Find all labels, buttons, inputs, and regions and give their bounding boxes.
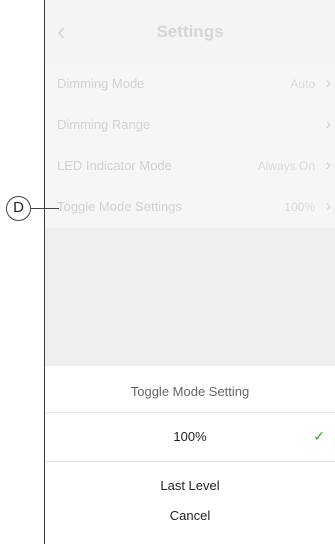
chevron-right-icon: › [325,114,331,133]
setting-value: Always On [257,159,315,173]
setting-label: Dimming Range [57,117,151,132]
setting-label: Dimming Mode [57,76,145,91]
setting-row-dimming-mode[interactable]: Dimming Mode Auto › [45,64,335,105]
option-label: 100% [173,429,207,444]
phone-screen: ‹ Settings Dimming Mode Auto › Dimming R… [44,0,335,544]
chevron-right-icon: › [325,73,331,92]
sheet-title: Toggle Mode Setting [130,384,250,399]
setting-row-dimming-range[interactable]: Dimming Range › [45,105,335,146]
option-100-percent[interactable]: 100% ✓ [45,412,335,462]
callout-marker: D [6,196,31,221]
setting-row-toggle-mode-settings[interactable]: Toggle Mode Settings 100% › [45,187,335,228]
page-title: Settings [156,22,224,41]
cancel-button[interactable]: Cancel [45,504,335,544]
callout-leader-line [31,208,59,209]
settings-list: Dimming Mode Auto › Dimming Range › LED … [45,64,335,228]
option-label: Cancel [169,508,211,523]
setting-label: LED Indicator Mode [57,158,172,173]
chevron-right-icon: › [325,196,331,215]
option-label: Last Level [160,478,220,493]
header: ‹ Settings [45,0,335,64]
bottom-sheet: Toggle Mode Setting 100% ✓ Last Level Ca… [45,366,335,544]
setting-value: Auto [290,77,315,91]
setting-row-led-indicator-mode[interactable]: LED Indicator Mode Always On › [45,146,335,187]
checkmark-icon: ✓ [313,428,325,444]
setting-value: 100% [284,200,315,214]
setting-label: Toggle Mode Settings [57,199,183,214]
chevron-right-icon: › [325,155,331,174]
